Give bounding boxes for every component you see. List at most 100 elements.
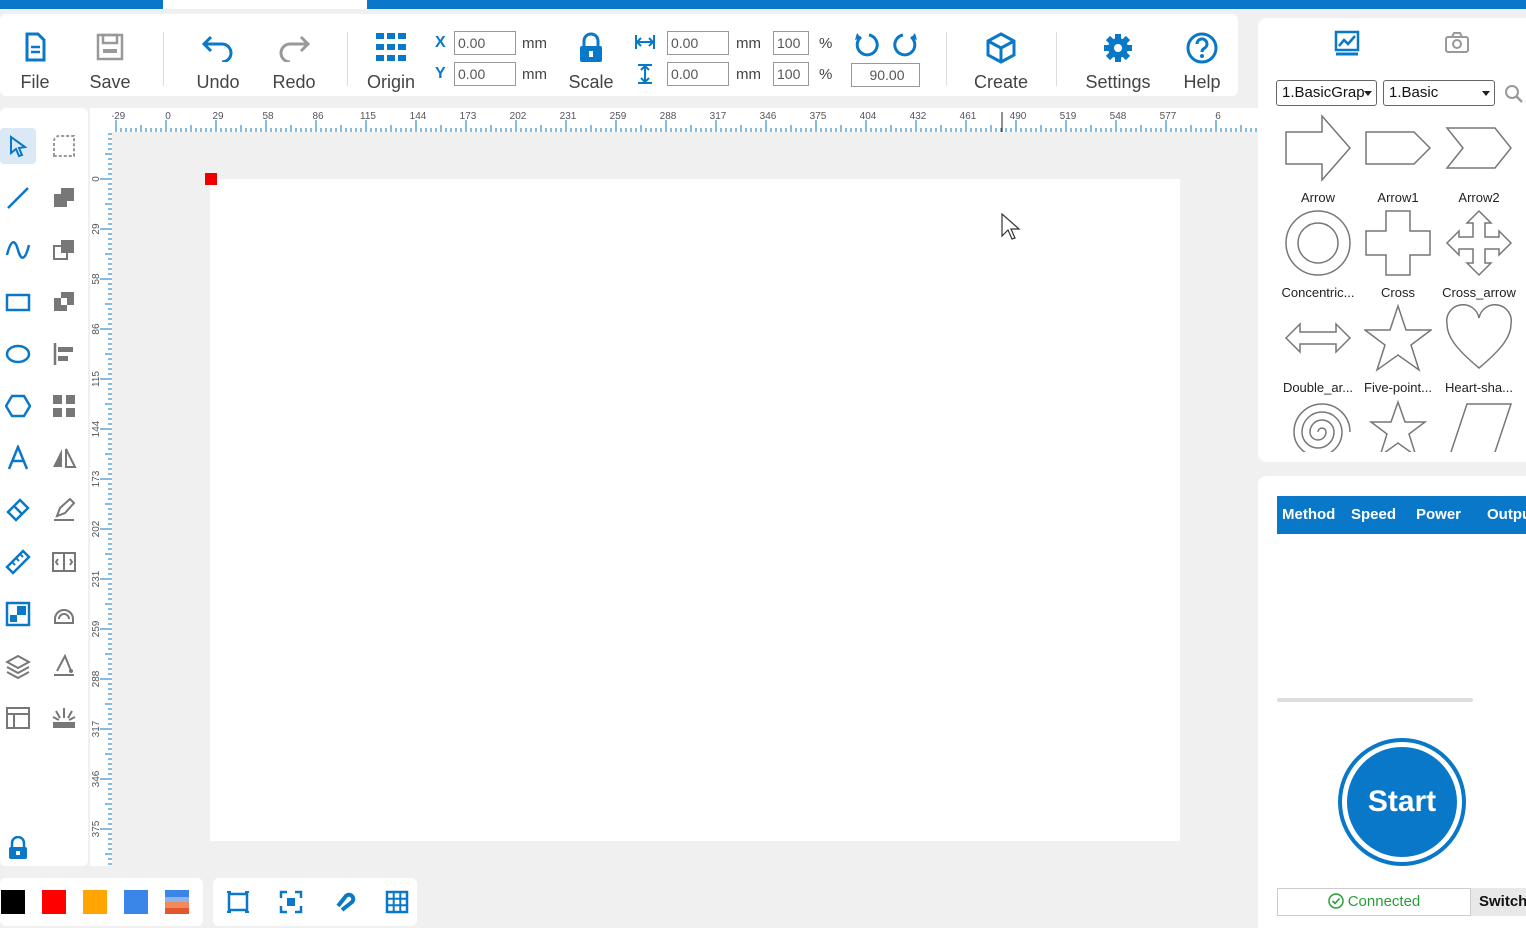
shape-name: Arrow — [1301, 190, 1335, 205]
shapes-overflow-row — [1278, 398, 1526, 452]
help-button[interactable]: Help — [1167, 14, 1237, 96]
ruler-label: 259 — [91, 620, 102, 637]
color-swatch-black[interactable] — [1, 890, 25, 914]
height-percent-input[interactable] — [773, 62, 809, 86]
spiral-shape-icon[interactable] — [1284, 398, 1352, 452]
switch-button[interactable]: Switch — [1471, 888, 1526, 916]
shape-concentric[interactable]: Concentric... — [1278, 209, 1358, 304]
fit-canvas-icon[interactable] — [226, 890, 250, 914]
align-left-icon — [53, 343, 73, 365]
y-position-input[interactable] — [454, 62, 516, 86]
ruler-label: 231 — [560, 111, 577, 122]
color-swatch-blue[interactable] — [124, 890, 148, 914]
shape-heart[interactable]: Heart-sha... — [1439, 304, 1519, 399]
measure-tool[interactable] — [0, 544, 36, 580]
shape-category-select[interactable]: 1.BasicGrap — [1276, 80, 1377, 106]
magnet-icon[interactable] — [332, 890, 356, 914]
shape-five-point-star[interactable]: Five-point... — [1358, 304, 1438, 399]
chart-tab-icon[interactable] — [1334, 30, 1360, 56]
origin-marker — [205, 173, 217, 185]
active-tab[interactable] — [163, 0, 367, 9]
horizontal-scrollbar[interactable] — [1277, 698, 1473, 702]
edit-node-tool[interactable] — [46, 128, 82, 164]
rotate-right-icon[interactable] — [891, 31, 919, 59]
design-canvas[interactable] — [210, 179, 1180, 841]
union-icon — [54, 188, 74, 207]
x-unit: mm — [522, 35, 547, 52]
center-align-tool[interactable] — [46, 544, 82, 580]
shape-category-value: 1.BasicGrap — [1282, 84, 1365, 101]
shape-cross-arrow[interactable]: Cross_arrow — [1439, 209, 1519, 304]
column-method: Method — [1282, 506, 1336, 523]
ellipse-tool[interactable] — [0, 336, 36, 372]
shape-arrow[interactable]: Arrow — [1278, 114, 1358, 209]
union-tool[interactable] — [46, 180, 82, 216]
parallelogram-shape-icon[interactable] — [1445, 398, 1513, 452]
polygon-tool[interactable] — [0, 388, 36, 424]
rectangle-tool[interactable] — [0, 284, 36, 320]
shape-arrow2[interactable]: Arrow2 — [1439, 114, 1519, 209]
eraser-tool[interactable] — [0, 492, 36, 528]
width-input[interactable] — [667, 31, 729, 55]
intersect-icon — [54, 292, 74, 311]
settings-label: Settings — [1085, 72, 1151, 92]
color-swatch-gradient[interactable] — [165, 890, 189, 914]
color-swatch-orange[interactable] — [83, 890, 107, 914]
width-percent-input[interactable] — [773, 31, 809, 55]
settings-button[interactable]: Settings — [1083, 14, 1153, 96]
bitmap-tool[interactable] — [0, 596, 36, 632]
scale-lock-button[interactable]: Scale — [556, 14, 626, 96]
select-tool[interactable] — [0, 128, 36, 164]
text-tool[interactable] — [0, 440, 36, 476]
outline-tool[interactable] — [46, 596, 82, 632]
camera-tab-icon[interactable] — [1444, 31, 1470, 55]
height-percent-sign: % — [819, 66, 833, 83]
curve-icon — [5, 241, 31, 259]
subtract-tool[interactable] — [46, 232, 82, 268]
curve-tool[interactable] — [0, 232, 36, 268]
ruler-label: 144 — [91, 420, 102, 437]
save-button[interactable]: Save — [75, 14, 145, 96]
shape-arrow1[interactable]: Arrow1 — [1358, 114, 1438, 209]
height-input[interactable] — [667, 62, 729, 86]
mirror-tool[interactable] — [46, 440, 82, 476]
layers-tool[interactable] — [0, 648, 36, 684]
redo-button[interactable]: Redo — [259, 14, 329, 96]
shape-cross[interactable]: Cross — [1358, 209, 1438, 304]
lock-tool[interactable] — [0, 830, 36, 866]
shape-double-arrow[interactable]: Double_ar... — [1278, 304, 1358, 399]
shape-library-select[interactable]: 1.Basic — [1383, 80, 1495, 106]
concentric-circles-icon — [1285, 210, 1351, 276]
ruler-label: 375 — [91, 820, 102, 837]
search-icon[interactable] — [1504, 84, 1524, 104]
width-unit: mm — [736, 35, 761, 52]
grid-toggle-icon[interactable] — [385, 890, 409, 914]
shape-name: Arrow1 — [1377, 190, 1419, 205]
padlock-icon — [9, 836, 27, 859]
shapes-panel: 1.BasicGrap 1.Basic Arrow Arrow1 Arrow2 … — [1258, 18, 1526, 462]
intersect-tool[interactable] — [46, 284, 82, 320]
star-outline-shape-icon[interactable] — [1364, 398, 1432, 452]
laser-effect-tool[interactable] — [46, 700, 82, 736]
file-button[interactable]: File — [0, 14, 70, 96]
ruler-label: 577 — [1160, 111, 1177, 122]
x-position-input[interactable] — [454, 31, 516, 55]
line-tool[interactable] — [0, 180, 36, 216]
color-swatch-red[interactable] — [42, 890, 66, 914]
left-ruler: 0 29 58 86 115 144 173 202 231 259 288 317 346 375 — [90, 108, 112, 866]
start-button[interactable]: Start — [1338, 738, 1466, 866]
origin-button[interactable]: Origin — [356, 14, 426, 96]
ruler-label: -29 — [111, 111, 126, 122]
create-button[interactable]: Create — [966, 14, 1036, 96]
fit-selection-icon[interactable] — [279, 890, 303, 914]
pen-edit-tool[interactable] — [46, 492, 82, 528]
height-unit: mm — [736, 66, 761, 83]
array-tool[interactable] — [46, 388, 82, 424]
undo-button[interactable]: Undo — [183, 14, 253, 96]
table-tool[interactable] — [0, 700, 36, 736]
trace-tool[interactable] — [46, 648, 82, 684]
rotate-left-icon[interactable] — [853, 31, 881, 59]
align-left-tool[interactable] — [46, 336, 82, 372]
origin-label: Origin — [366, 72, 415, 92]
rotation-angle-input[interactable] — [851, 63, 920, 87]
